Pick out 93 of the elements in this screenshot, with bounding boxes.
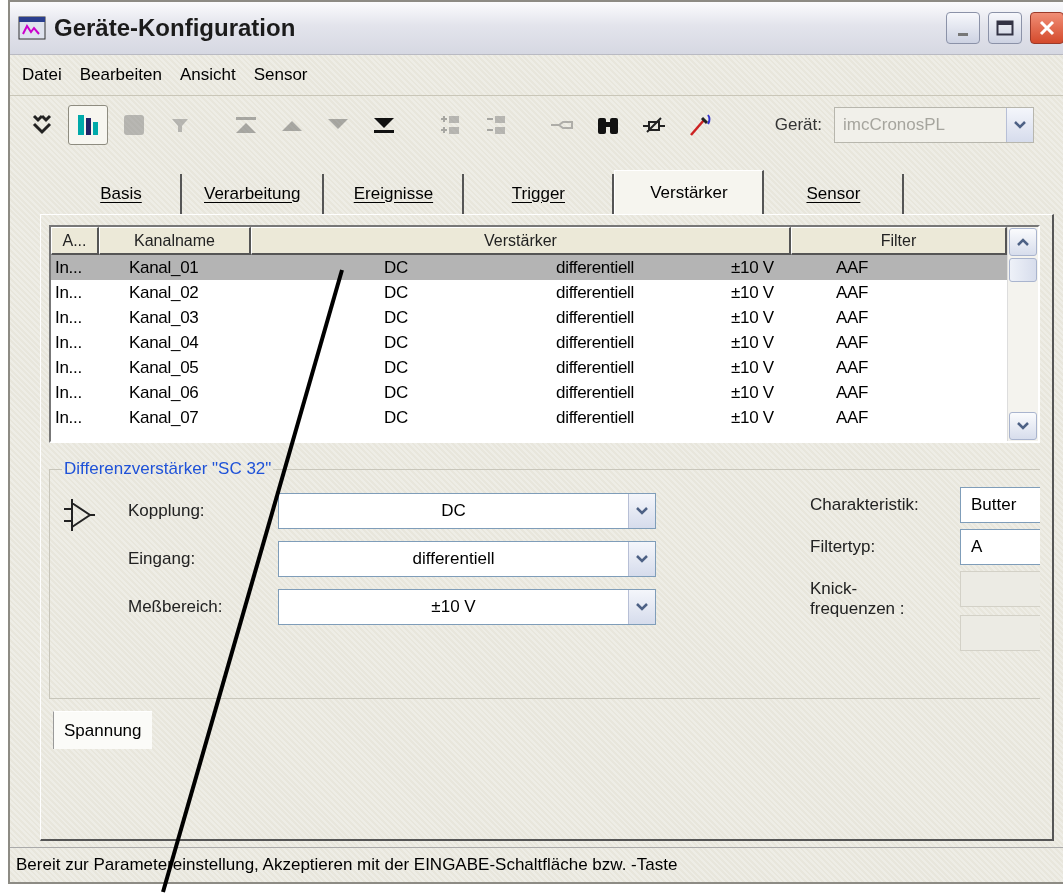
columns-icon bbox=[75, 112, 101, 138]
table-cell-text: AAF bbox=[835, 282, 870, 303]
maximize-button[interactable] bbox=[988, 12, 1022, 44]
table-cell-text: Kanal_06 bbox=[128, 382, 200, 403]
table-cell-text: differentiell bbox=[555, 307, 635, 328]
table-cell-text: Kanal_05 bbox=[128, 357, 200, 378]
field-label: frequenzen : bbox=[810, 599, 906, 619]
table-cell-text: In... bbox=[54, 282, 83, 303]
table-cell-text: differentiell bbox=[555, 382, 635, 403]
field-label: Filtertyp: bbox=[810, 537, 877, 557]
table-cell-text: DC bbox=[383, 307, 409, 328]
chevron-up-icon bbox=[1016, 237, 1030, 247]
field-label: Charakteristik: bbox=[810, 495, 920, 515]
scroll-down-button[interactable] bbox=[1009, 412, 1037, 440]
table-cell-text: DC bbox=[383, 282, 409, 303]
scroll-thumb[interactable] bbox=[1009, 258, 1037, 282]
table-cell-text: Kanal_07 bbox=[128, 407, 200, 428]
app-window-icon bbox=[18, 16, 46, 40]
close-button[interactable] bbox=[1030, 12, 1063, 44]
table-row[interactable]: In... Kanal_01 DC differentiell ±10 V AAF bbox=[51, 255, 1007, 280]
field-label: Kopplung: bbox=[128, 501, 206, 521]
dropdown-field[interactable]: DC bbox=[278, 493, 656, 529]
table-cell-text: In... bbox=[54, 307, 83, 328]
device-label: Gerät: bbox=[774, 115, 822, 135]
table-cell-text: differentiell bbox=[555, 357, 635, 378]
chevron-down-icon bbox=[1016, 421, 1030, 431]
table-cell-text: DC bbox=[383, 357, 409, 378]
menu-item[interactable]: Sensor bbox=[253, 65, 308, 85]
table-cell-text: ±10 V bbox=[730, 357, 775, 378]
table-cell-text: AAF bbox=[835, 257, 870, 278]
table-cell-text: ±10 V bbox=[730, 407, 775, 428]
table-cell-text: Kanal_02 bbox=[128, 282, 200, 303]
table-cell-text: ±10 V bbox=[730, 282, 775, 303]
table-cell-text: DC bbox=[383, 257, 409, 278]
table-cell-text: AAF bbox=[835, 307, 870, 328]
table-cell-text: ±10 V bbox=[730, 332, 775, 353]
chevron-down-icon bbox=[635, 506, 649, 516]
minimize-button[interactable] bbox=[946, 12, 980, 44]
tab[interactable]: Sensor bbox=[764, 174, 905, 214]
table-cell-text: DC bbox=[383, 382, 409, 403]
table-cell-text: ±10 V bbox=[730, 382, 775, 403]
table-cell-text: AAF bbox=[835, 357, 870, 378]
tab[interactable]: Verarbeitung bbox=[182, 174, 325, 214]
tab[interactable]: Spannung bbox=[53, 711, 152, 749]
table-cell-text: AAF bbox=[835, 382, 870, 403]
chevron-down-icon bbox=[1013, 120, 1027, 130]
table-cell-text: differentiell bbox=[555, 257, 635, 278]
table-cell-text: In... bbox=[54, 382, 83, 403]
field-label: Eingang: bbox=[128, 549, 197, 569]
dropdown-field[interactable]: ±10 V bbox=[278, 589, 656, 625]
table-cell-text: In... bbox=[54, 257, 83, 278]
tab[interactable]: Ereignisse bbox=[324, 174, 465, 214]
chevron-down-icon bbox=[635, 602, 649, 612]
chevron-down-icon bbox=[635, 554, 649, 564]
scrollbar[interactable] bbox=[1007, 227, 1038, 441]
square-icon bbox=[121, 112, 147, 138]
column-header[interactable]: Filter bbox=[791, 227, 1007, 255]
probe-icon bbox=[687, 112, 713, 138]
column-header[interactable]: A... bbox=[51, 227, 99, 255]
maximize-icon bbox=[996, 20, 1014, 36]
table-cell-text: differentiell bbox=[555, 332, 635, 353]
close-icon bbox=[1039, 20, 1055, 36]
menu-item[interactable]: Bearbeiten bbox=[79, 65, 162, 85]
table-cell-text: differentiell bbox=[555, 407, 635, 428]
menu-item[interactable]: Datei bbox=[22, 65, 62, 85]
table-cell-text: AAF bbox=[835, 332, 870, 353]
menu-item[interactable]: Ansicht bbox=[179, 65, 236, 85]
table-cell-text: differentiell bbox=[555, 282, 635, 303]
table-cell-text: ±10 V bbox=[730, 307, 775, 328]
table-cell-text: Kanal_03 bbox=[128, 307, 200, 328]
window-title: Geräte-Konfiguration bbox=[54, 14, 297, 42]
tab[interactable]: Verstärker bbox=[614, 170, 765, 214]
table-cell-text: Kanal_01 bbox=[128, 257, 200, 278]
dropdown-field[interactable]: differentiell bbox=[278, 541, 656, 577]
table-cell-text: In... bbox=[54, 332, 83, 353]
scroll-up-button[interactable] bbox=[1009, 228, 1037, 256]
minimize-icon bbox=[958, 32, 968, 36]
input-field[interactable]: A bbox=[960, 529, 1040, 565]
table-cell-text: DC bbox=[383, 332, 409, 353]
table-cell-text: In... bbox=[54, 407, 83, 428]
table-cell-text: DC bbox=[383, 407, 409, 428]
toolbar-button[interactable] bbox=[68, 105, 108, 145]
group-title: Differenzverstärker "SC 32" bbox=[63, 459, 273, 479]
table-cell-text: AAF bbox=[835, 407, 870, 428]
input-field[interactable]: Butter bbox=[960, 487, 1040, 523]
table-cell-text: Kanal_04 bbox=[128, 332, 200, 353]
tab[interactable]: Basis bbox=[62, 174, 182, 214]
column-header[interactable]: Verstärker bbox=[251, 227, 791, 255]
field-label: Knick- bbox=[810, 579, 859, 599]
column-header[interactable]: Kanalname bbox=[99, 227, 251, 255]
table-cell-text: In... bbox=[54, 357, 83, 378]
field-label: Meßbereich: bbox=[128, 597, 224, 617]
table-cell-text: ±10 V bbox=[730, 257, 775, 278]
